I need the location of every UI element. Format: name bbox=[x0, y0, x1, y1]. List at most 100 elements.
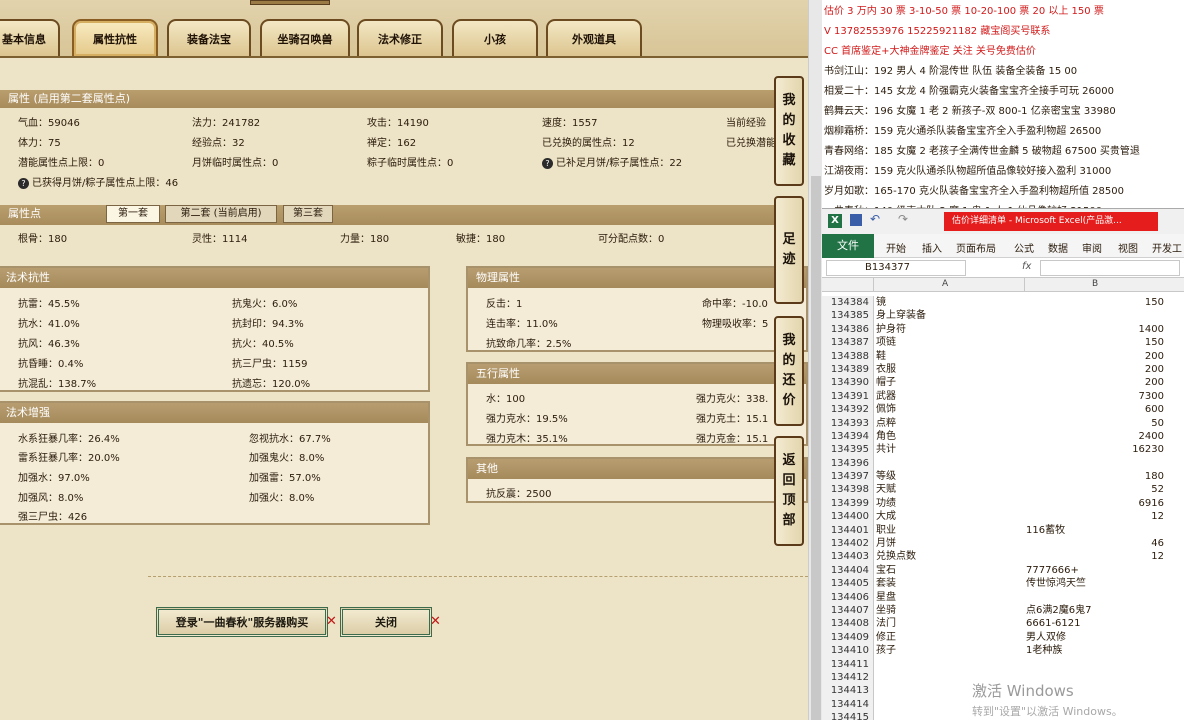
cell-b[interactable]: 150 bbox=[1026, 336, 1164, 349]
tab-spell-mod[interactable]: 法术修正 bbox=[357, 19, 443, 56]
table-row[interactable]: 134398 天赋 52 bbox=[822, 483, 1184, 497]
cell-a[interactable]: 功绩 bbox=[876, 497, 896, 510]
cell-a[interactable]: 衣服 bbox=[876, 363, 896, 376]
row-number[interactable]: 134396 bbox=[822, 456, 874, 471]
table-row[interactable]: 134402 月饼 46 bbox=[822, 537, 1184, 551]
cell-a[interactable]: 帽子 bbox=[876, 376, 896, 389]
cell-a[interactable]: 镜 bbox=[876, 296, 886, 309]
ribbon-tab[interactable]: 审阅 bbox=[1082, 240, 1102, 255]
ribbon-tab[interactable]: 数据 bbox=[1048, 240, 1068, 255]
column-b[interactable]: B bbox=[1092, 279, 1098, 289]
cell-a[interactable]: 护身符 bbox=[876, 323, 906, 336]
table-row[interactable]: 134411 bbox=[822, 657, 1184, 671]
cell-a[interactable]: 点粹 bbox=[876, 417, 896, 430]
table-row[interactable]: 134407 坐骑 点6满2魔6鬼7 bbox=[822, 603, 1184, 618]
close-icon[interactable]: ✕ bbox=[430, 614, 441, 629]
top-handle[interactable] bbox=[250, 0, 330, 5]
my-favorites-button[interactable]: 我的收藏 bbox=[774, 76, 804, 186]
row-number[interactable]: 134400 bbox=[822, 510, 874, 524]
table-row[interactable]: 134399 功绩 6916 bbox=[822, 496, 1184, 511]
row-number[interactable]: 134413 bbox=[822, 684, 874, 698]
table-row[interactable]: 134386 护身符 1400 bbox=[822, 322, 1184, 337]
ribbon-tab[interactable]: 插入 bbox=[922, 240, 942, 255]
cell-b[interactable]: 12 bbox=[1026, 550, 1164, 563]
fx-icon[interactable]: fx bbox=[1022, 261, 1031, 272]
table-row[interactable]: 134395 共计 16230 bbox=[822, 443, 1184, 457]
page-scrollbar[interactable] bbox=[808, 0, 822, 720]
tab-appearance[interactable]: 外观道具 bbox=[546, 19, 642, 56]
row-number[interactable]: 134385 bbox=[822, 309, 874, 323]
ribbon-tab[interactable]: 开发工 bbox=[1152, 240, 1182, 255]
footprint-button[interactable]: 足迹 bbox=[774, 196, 804, 304]
tab-attr-resist[interactable]: 属性抗性 bbox=[72, 19, 158, 56]
table-row[interactable]: 134388 鞋 200 bbox=[822, 349, 1184, 363]
row-number[interactable]: 134410 bbox=[822, 644, 874, 658]
cell-b[interactable]: 16230 bbox=[1026, 443, 1164, 456]
cell-a[interactable]: 角色 bbox=[876, 430, 896, 443]
cell-b[interactable]: 6916 bbox=[1026, 497, 1164, 510]
ribbon-tab[interactable]: 页面布局 bbox=[956, 240, 996, 255]
cell-a[interactable]: 孩子 bbox=[876, 644, 896, 657]
row-number[interactable]: 134388 bbox=[822, 349, 874, 363]
row-number[interactable]: 134412 bbox=[822, 670, 874, 685]
row-number[interactable]: 134384 bbox=[822, 296, 874, 310]
cell-a[interactable]: 法门 bbox=[876, 617, 896, 630]
cell-a[interactable]: 武器 bbox=[876, 390, 896, 403]
table-row[interactable]: 134389 衣服 200 bbox=[822, 362, 1184, 377]
cell-b[interactable]: 6661-6121 bbox=[1026, 617, 1164, 630]
table-row[interactable]: 134390 帽子 200 bbox=[822, 376, 1184, 390]
row-number[interactable]: 134403 bbox=[822, 550, 874, 564]
table-row[interactable]: 134410 孩子 1老种族 bbox=[822, 644, 1184, 658]
cell-b[interactable]: 200 bbox=[1026, 363, 1164, 376]
cell-a[interactable]: 大成 bbox=[876, 510, 896, 523]
ribbon-tab[interactable]: 公式 bbox=[1014, 240, 1034, 255]
row-number[interactable]: 134414 bbox=[822, 697, 874, 712]
formula-input[interactable] bbox=[1040, 260, 1180, 276]
cell-b[interactable]: 传世惊鸿天竺 bbox=[1026, 577, 1164, 590]
table-row[interactable]: 134406 星盘 bbox=[822, 590, 1184, 604]
cell-a[interactable]: 兑换点数 bbox=[876, 550, 916, 563]
tab-basic-info[interactable]: 基本信息 bbox=[0, 19, 60, 56]
table-row[interactable]: 134392 佩饰 600 bbox=[822, 403, 1184, 417]
cell-a[interactable]: 共计 bbox=[876, 443, 896, 456]
row-number[interactable]: 134399 bbox=[822, 496, 874, 511]
cell-b[interactable]: 7777666+ bbox=[1026, 564, 1164, 577]
row-number[interactable]: 134392 bbox=[822, 403, 874, 417]
cell-a[interactable]: 项链 bbox=[876, 336, 896, 349]
cell-b[interactable]: 2400 bbox=[1026, 430, 1164, 443]
cell-a[interactable]: 等级 bbox=[876, 470, 896, 483]
row-number[interactable]: 134395 bbox=[822, 443, 874, 457]
column-a[interactable]: A bbox=[942, 279, 948, 289]
ribbon-file[interactable]: 文件 bbox=[822, 234, 874, 258]
subtab-set-2[interactable]: 第二套 (当前启用) bbox=[165, 205, 277, 223]
cell-a[interactable]: 修正 bbox=[876, 631, 896, 644]
subtab-set-1[interactable]: 第一套 bbox=[106, 205, 160, 223]
cell-b[interactable]: 46 bbox=[1026, 537, 1164, 550]
cell-b[interactable]: 180 bbox=[1026, 470, 1164, 483]
row-number[interactable]: 134408 bbox=[822, 617, 874, 631]
cell-b[interactable]: 7300 bbox=[1026, 390, 1164, 403]
table-row[interactable]: 134397 等级 180 bbox=[822, 470, 1184, 484]
row-number[interactable]: 134406 bbox=[822, 590, 874, 604]
my-offers-button[interactable]: 我的还价 bbox=[774, 316, 804, 426]
cell-a[interactable]: 套装 bbox=[876, 577, 896, 590]
tab-equip[interactable]: 装备法宝 bbox=[167, 19, 251, 56]
cell-b[interactable]: 150 bbox=[1026, 296, 1164, 309]
name-box[interactable]: B134377 bbox=[826, 260, 966, 276]
table-row[interactable]: 134401 职业 116蓄牧 bbox=[822, 523, 1184, 538]
cell-a[interactable]: 坐骑 bbox=[876, 604, 896, 617]
buy-on-server-button[interactable]: 登录"一曲春秋"服务器购买 bbox=[156, 607, 328, 637]
row-number[interactable]: 134391 bbox=[822, 389, 874, 404]
tab-mount-pet[interactable]: 坐骑召唤兽 bbox=[260, 19, 350, 56]
cell-b[interactable]: 50 bbox=[1026, 417, 1164, 430]
close-icon[interactable]: ✕ bbox=[326, 614, 337, 629]
row-number[interactable]: 134402 bbox=[822, 537, 874, 551]
table-row[interactable]: 134405 套装 传世惊鸿天竺 bbox=[822, 577, 1184, 591]
cell-a[interactable]: 星盘 bbox=[876, 591, 896, 604]
redo-icon[interactable]: ↷ bbox=[898, 212, 908, 226]
cell-b[interactable]: 116蓄牧 bbox=[1026, 524, 1164, 537]
row-number[interactable]: 134386 bbox=[822, 322, 874, 337]
cell-b[interactable]: 点6满2魔6鬼7 bbox=[1026, 604, 1164, 617]
cell-a[interactable]: 身上穿装备 bbox=[876, 309, 926, 322]
undo-icon[interactable]: ↶ bbox=[870, 212, 880, 226]
